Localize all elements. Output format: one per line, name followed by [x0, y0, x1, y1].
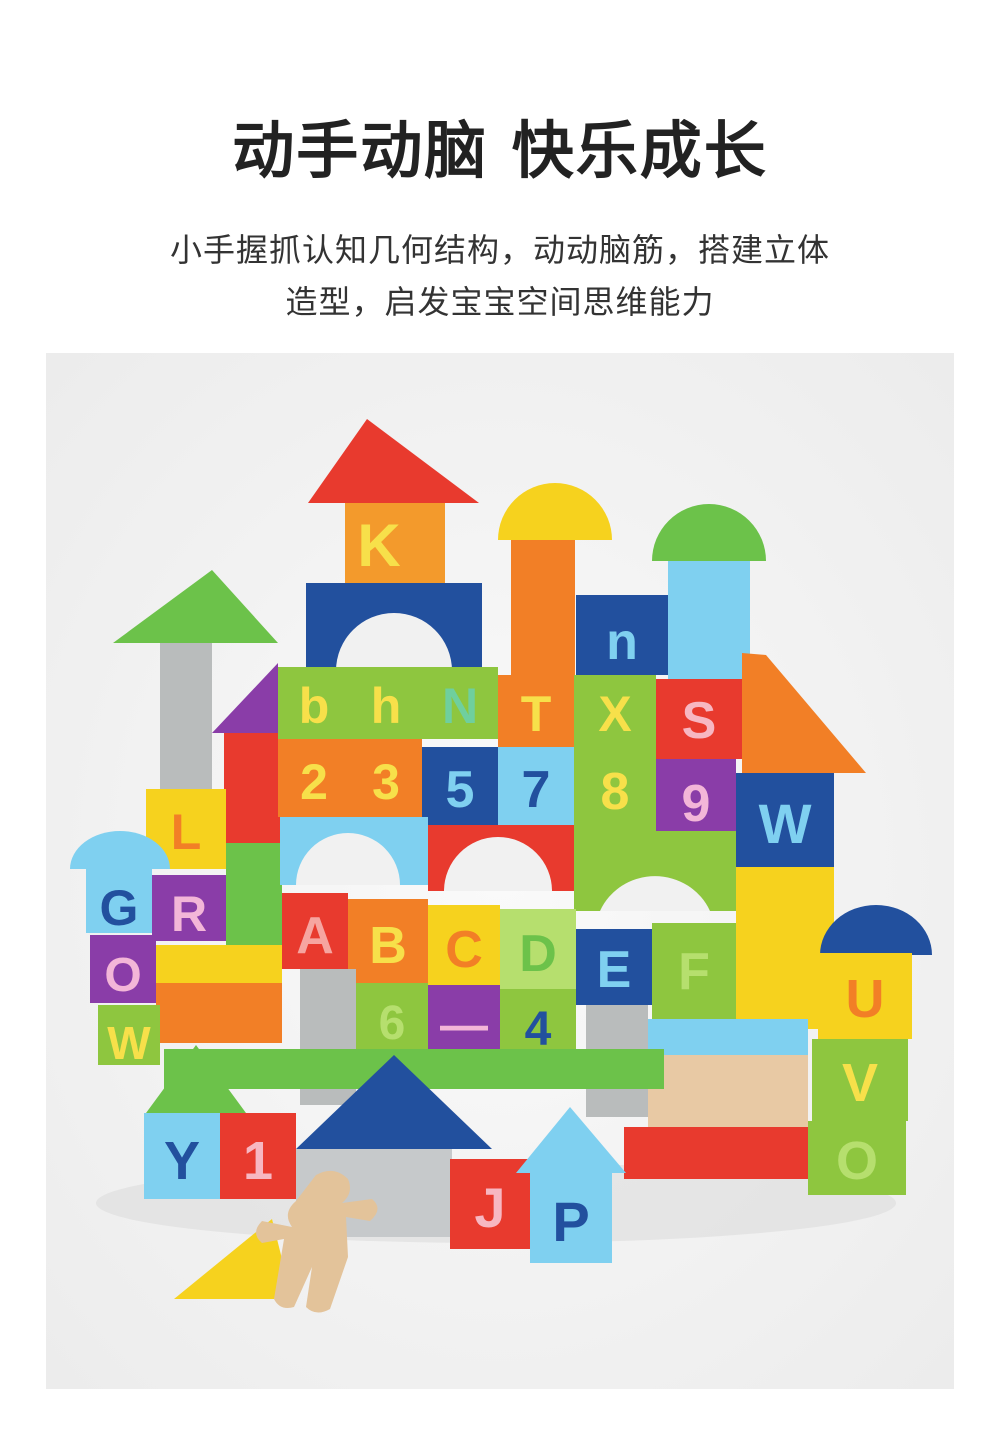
- block-letter-T: T: [521, 686, 552, 742]
- block-letter-O2: O: [836, 1131, 878, 1191]
- block-letter-Y: Y: [164, 1131, 200, 1191]
- block-letter-K: K: [357, 512, 400, 579]
- block-letter-C: C: [445, 921, 483, 979]
- block-letter-B: B: [369, 917, 407, 975]
- block-letter-n: n: [606, 613, 638, 671]
- block-letter-O: O: [104, 949, 141, 1002]
- page-title: 动手动脑 快乐成长: [232, 114, 768, 187]
- blocks-illustration: K n b h N T X S 2 3 5 7 8 9 W L G R O W …: [46, 353, 954, 1389]
- block-letter-h: h: [371, 678, 402, 734]
- description-line-1: 小手握抓认知几何结构，动动脑筋，搭建立体: [169, 231, 830, 269]
- block-number-5: 5: [446, 761, 475, 819]
- block-letter-N: N: [442, 678, 478, 734]
- product-photo: K n b h N T X S 2 3 5 7 8 9 W L G R O W …: [46, 353, 954, 1389]
- block-letter-E: E: [597, 941, 632, 999]
- block-letter-S: S: [682, 692, 717, 750]
- block-letter-F: F: [678, 943, 710, 1001]
- plain-wood-block: [648, 1055, 808, 1131]
- block-number-1: 1: [243, 1131, 273, 1191]
- block-letter-V: V: [842, 1053, 878, 1113]
- block-number-8: 8: [601, 763, 630, 821]
- block-letter-U: U: [846, 969, 885, 1029]
- block-number-7: 7: [522, 761, 551, 819]
- block-letter-P: P: [552, 1190, 589, 1253]
- block-letter-J: J: [474, 1176, 505, 1239]
- block-number-4: 4: [525, 1003, 552, 1056]
- block-number-6: 6: [379, 997, 406, 1050]
- block-number-3: 3: [372, 754, 400, 810]
- block-letter-b: b: [299, 678, 330, 734]
- block-number-9: 9: [682, 775, 711, 833]
- block-letter-A: A: [296, 907, 334, 965]
- block-letter-L: L: [171, 804, 202, 860]
- block-number-2: 2: [300, 754, 328, 810]
- block-letter-W2: W: [107, 1017, 151, 1069]
- block-letter-X: X: [598, 686, 631, 742]
- block-symbol-minus: —: [440, 999, 488, 1052]
- block-letter-R: R: [171, 886, 207, 942]
- description-line-2: 造型，启发宝宝空间思维能力: [285, 283, 715, 321]
- block-letter-W: W: [759, 792, 812, 855]
- block-letter-D: D: [519, 925, 557, 983]
- block-letter-G: G: [100, 880, 139, 936]
